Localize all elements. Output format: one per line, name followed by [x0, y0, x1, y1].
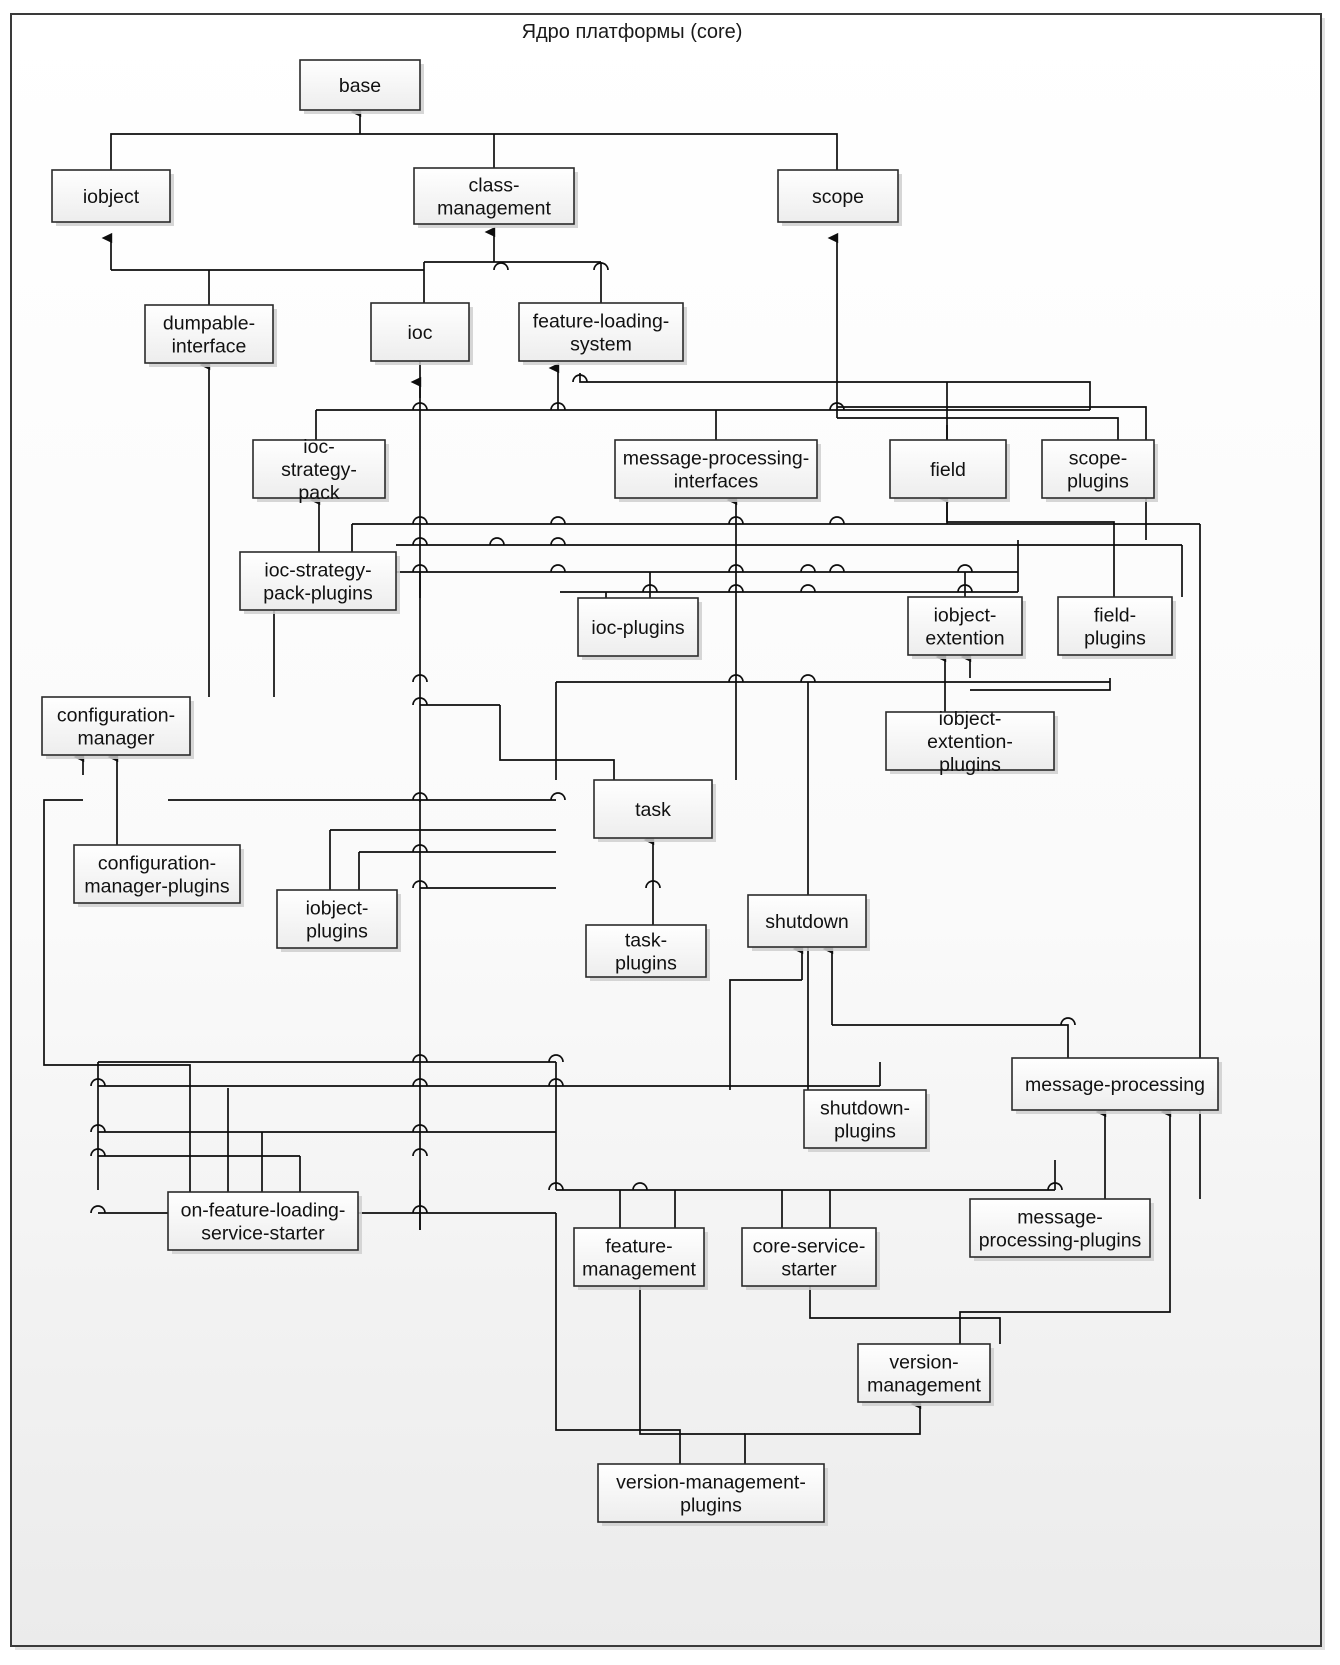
node-iobject-extention-plugins[interactable]: iobject-extention-plugins	[885, 708, 1058, 776]
node-ioc-strategy-pack-plugins[interactable]: ioc-strategy-pack-plugins	[239, 551, 400, 614]
node-message-processing-plugins[interactable]: message-processing-plugins	[969, 1198, 1154, 1261]
node-field-plugins[interactable]: field-plugins	[1057, 596, 1176, 659]
node-label: shutdown	[765, 911, 848, 933]
node-label: on-feature-loading-service-starter	[181, 1200, 346, 1245]
node-configuration-manager-plugins[interactable]: configuration-manager-plugins	[73, 844, 244, 907]
node-core-service-starter[interactable]: core-service-starter	[741, 1227, 880, 1290]
node-message-processing-interfaces[interactable]: message-processing-interfaces	[614, 439, 821, 502]
node-task-plugins[interactable]: task-plugins	[585, 924, 710, 981]
node-scope-plugins[interactable]: scope-plugins	[1041, 439, 1158, 502]
node-on-feature-loading-service-starter[interactable]: on-feature-loading-service-starter	[167, 1191, 362, 1254]
node-message-processing[interactable]: message-processing	[1011, 1057, 1222, 1114]
node-ioc-plugins[interactable]: ioc-plugins	[577, 597, 702, 660]
node-dumpable-interface[interactable]: dumpable-interface	[144, 304, 277, 367]
node-base[interactable]: base	[299, 59, 424, 114]
node-class-management[interactable]: class-management	[413, 167, 578, 228]
diagram-svg: Ядро платформы (core) baseiobjectclass-m…	[10, 13, 1325, 1650]
node-ioc-strategy-pack[interactable]: ioc-strategy-pack	[252, 436, 389, 504]
node-label: task	[635, 799, 671, 821]
node-label: iobject-plugins	[306, 898, 369, 943]
node-label: scope	[812, 186, 864, 208]
node-feature-loading-system[interactable]: feature-loading-system	[518, 302, 687, 365]
node-version-management-plugins[interactable]: version-management-plugins	[597, 1463, 828, 1526]
node-task[interactable]: task	[593, 779, 716, 842]
node-label: configuration-manager-plugins	[84, 853, 230, 898]
node-configuration-manager[interactable]: configuration-manager	[41, 696, 194, 759]
node-iobject-extention[interactable]: iobject-extention	[907, 596, 1026, 659]
node-iobject[interactable]: iobject	[51, 169, 174, 226]
node-label: ioc	[408, 322, 433, 344]
node-label: iobject-extention	[925, 605, 1004, 650]
node-label: scope-plugins	[1067, 448, 1129, 493]
diagram-canvas: Ядро платформы (core) base iobject class…	[0, 0, 1340, 1665]
node-label: base	[339, 75, 381, 97]
node-shutdown[interactable]: shutdown	[747, 894, 870, 951]
node-label: message-processing	[1025, 1074, 1205, 1096]
node-scope[interactable]: scope	[777, 169, 902, 226]
node-field[interactable]: field	[889, 439, 1010, 502]
node-feature-management[interactable]: feature-management	[573, 1227, 708, 1290]
node-ioc[interactable]: ioc	[370, 302, 473, 365]
diagram-title: Ядро платформы (core)	[522, 21, 743, 43]
node-version-management[interactable]: version-management	[857, 1343, 994, 1406]
node-label: ioc-plugins	[591, 617, 684, 639]
node-label: dumpable-interface	[163, 313, 255, 358]
node-label: iobject-extention-plugins	[927, 708, 1013, 776]
node-shutdown-plugins[interactable]: shutdown-plugins	[803, 1089, 930, 1152]
node-iobject-plugins[interactable]: iobject-plugins	[276, 889, 401, 952]
node-label: iobject	[83, 186, 140, 208]
node-label: ioc-strategy-pack-plugins	[263, 560, 373, 605]
node-label: field	[930, 459, 966, 481]
